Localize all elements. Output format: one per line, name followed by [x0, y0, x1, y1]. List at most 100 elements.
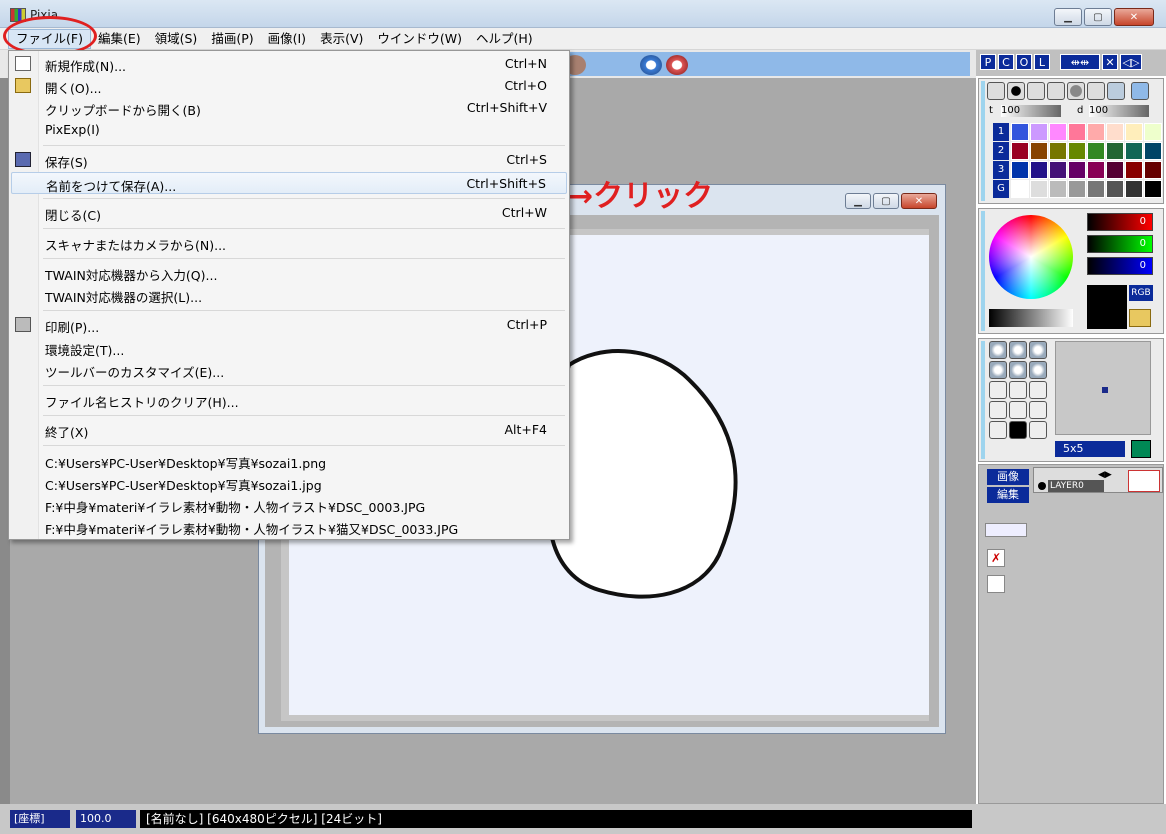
menu-item-toolbar-customize[interactable]: ツールバーのカスタマイズ(E)... [11, 359, 567, 381]
menu-item-twain-select[interactable]: TWAIN対応機器の選択(L)... [11, 284, 567, 306]
menu-item-recent-file[interactable]: C:¥Users¥PC-User¥Desktop¥写真¥sozai1.jpg [11, 472, 567, 494]
menu-item-pixexp[interactable]: PixExp(I) [11, 119, 567, 141]
menu-item-recent-file[interactable]: F:¥中身¥materi¥イラレ素材¥動物・人物イラスト¥DSC_0003.JP… [11, 494, 567, 516]
close-panel-icon[interactable]: ✕ [1102, 54, 1118, 70]
eraser-tool-icon[interactable] [1107, 82, 1125, 100]
color-swatch[interactable] [1125, 123, 1143, 141]
color-swatch[interactable] [1144, 142, 1162, 160]
color-swatch[interactable] [1049, 161, 1067, 179]
brush-shape-icon[interactable] [1029, 361, 1047, 379]
opacity-d-slider[interactable]: 100 [1089, 105, 1149, 117]
menu-view[interactable]: 表示(V) [313, 29, 370, 49]
layout-arrows-icon[interactable]: ⇹⇹ [1060, 54, 1100, 70]
menu-item-clear-history[interactable]: ファイル名ヒストリのクリア(H)... [11, 389, 567, 411]
brush-shape-icon[interactable] [1029, 421, 1047, 439]
tab-color[interactable]: C [998, 54, 1014, 70]
color-swatch[interactable] [1125, 161, 1143, 179]
color-swatch[interactable] [1087, 123, 1105, 141]
menu-item-save-as[interactable]: 名前をつけて保存(A)... Ctrl+Shift+S [11, 172, 567, 194]
doc-maximize-button[interactable]: ▢ [873, 193, 899, 209]
brush-shape-icon[interactable] [1009, 361, 1027, 379]
color-swatch[interactable] [1068, 123, 1086, 141]
doc-minimize-button[interactable]: ▁ [845, 193, 871, 209]
layer-item[interactable]: LAYER0 ◀▶ [1033, 467, 1163, 493]
menu-item-recent-file[interactable]: C:¥Users¥PC-User¥Desktop¥写真¥sozai1.png [11, 450, 567, 472]
menu-item-save[interactable]: 保存(S) Ctrl+S [11, 149, 567, 171]
color-swatch[interactable] [1144, 161, 1162, 179]
color-swatch[interactable] [1125, 142, 1143, 160]
brush-tool-icon[interactable] [1007, 82, 1025, 100]
nav-edit-tab[interactable]: 編集 [987, 487, 1029, 503]
menu-edit[interactable]: 編集(E) [91, 29, 148, 49]
rgb-mode-button[interactable]: RGB [1129, 285, 1153, 301]
color-swatch[interactable] [1144, 123, 1162, 141]
menu-item-open[interactable]: 開く(O)... Ctrl+O [11, 75, 567, 97]
color-swatch[interactable] [1144, 180, 1162, 198]
menu-image[interactable]: 画像(I) [261, 29, 313, 49]
menu-window[interactable]: ウインドウ(W) [370, 29, 469, 49]
dropdown-arrow-icon[interactable] [1131, 82, 1149, 100]
color-swatch[interactable] [1106, 142, 1124, 160]
zoom-in-icon[interactable] [640, 55, 662, 75]
menu-item-close[interactable]: 閉じる(C) Ctrl+W [11, 202, 567, 224]
color-swatch[interactable] [1030, 123, 1048, 141]
nav-image-tab[interactable]: 画像 [987, 469, 1029, 485]
color-folder-icon[interactable] [1129, 309, 1151, 327]
brush-shape-icon[interactable] [989, 381, 1007, 399]
palette-row-g[interactable]: G [993, 180, 1009, 198]
brush-grid-icon[interactable] [1131, 440, 1151, 458]
brush-shape-icon[interactable] [1029, 401, 1047, 419]
brush-shape-icon[interactable] [989, 341, 1007, 359]
color-swatch[interactable] [1011, 142, 1029, 160]
brush-shape-icon[interactable] [1009, 341, 1027, 359]
delete-layer-icon[interactable]: ✗ [987, 549, 1005, 567]
color-swatch[interactable] [1049, 123, 1067, 141]
menu-item-scanner[interactable]: スキャナまたはカメラから(N)... [11, 232, 567, 254]
color-swatch[interactable] [1125, 180, 1143, 198]
tab-pen[interactable]: P [980, 54, 996, 70]
color-swatch[interactable] [1011, 123, 1029, 141]
color-swatch[interactable] [1011, 161, 1029, 179]
menu-item-print[interactable]: 印刷(P)... Ctrl+P [11, 314, 567, 336]
swap-icon[interactable]: ◁▷ [1120, 54, 1142, 70]
brush-shape-icon[interactable] [1009, 421, 1027, 439]
color-swatch[interactable] [1106, 123, 1124, 141]
color-swatch[interactable] [1087, 180, 1105, 198]
doc-close-button[interactable]: ✕ [901, 193, 937, 209]
brush-shape-icon[interactable] [1009, 381, 1027, 399]
brush-shape-icon[interactable] [989, 421, 1007, 439]
palette-row-1[interactable]: 1 [993, 123, 1009, 141]
menu-item-twain-input[interactable]: TWAIN対応機器から入力(Q)... [11, 262, 567, 284]
menu-item-preferences[interactable]: 環境設定(T)... [11, 337, 567, 359]
brush-shape-icon[interactable] [1029, 381, 1047, 399]
color-wheel[interactable] [989, 215, 1073, 299]
palette-row-2[interactable]: 2 [993, 142, 1009, 160]
color-swatch[interactable] [1030, 161, 1048, 179]
menu-file[interactable]: ファイル(F) [8, 28, 91, 49]
color-swatch[interactable] [1030, 180, 1048, 198]
minimize-button[interactable]: ▁ [1054, 8, 1082, 26]
menu-item-new[interactable]: 新規作成(N)... Ctrl+N [11, 53, 567, 75]
layer-opacity-field[interactable] [985, 523, 1027, 537]
brush-shape-icon[interactable] [1009, 401, 1027, 419]
color-swatch[interactable] [1068, 161, 1086, 179]
lasso-tool-icon[interactable] [1047, 82, 1065, 100]
menu-help[interactable]: ヘルプ(H) [469, 29, 540, 49]
color-swatch[interactable] [1068, 180, 1086, 198]
color-swatch[interactable] [1011, 180, 1029, 198]
blue-slider[interactable]: 0 [1087, 257, 1153, 275]
color-swatch[interactable] [1049, 142, 1067, 160]
stamp-tool-icon[interactable] [1087, 82, 1105, 100]
layer-arrows-icon[interactable]: ◀▶ [1098, 470, 1112, 480]
brush-shape-icon[interactable] [989, 361, 1007, 379]
color-swatch[interactable] [1049, 180, 1067, 198]
red-slider[interactable]: 0 [1087, 213, 1153, 231]
menu-item-exit[interactable]: 終了(X) Alt+F4 [11, 419, 567, 441]
close-button[interactable]: ✕ [1114, 8, 1154, 26]
color-swatch[interactable] [1068, 142, 1086, 160]
zoom-out-icon[interactable] [666, 55, 688, 75]
menu-item-open-clipboard[interactable]: クリップボードから開く(B) Ctrl+Shift+V [11, 97, 567, 119]
tab-layer[interactable]: L [1034, 54, 1050, 70]
menu-draw[interactable]: 描画(P) [204, 29, 260, 49]
color-swatch[interactable] [1030, 142, 1048, 160]
